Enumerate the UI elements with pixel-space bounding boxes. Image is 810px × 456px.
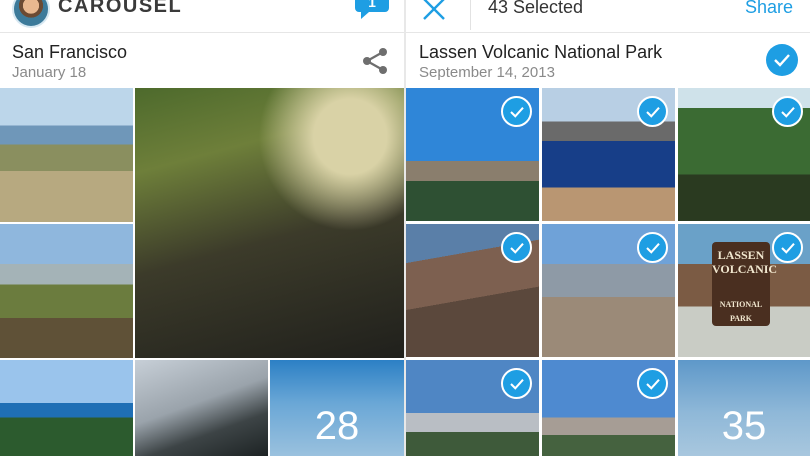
day-date: September 14, 2013 <box>419 64 555 81</box>
photo-hiker-summit[interactable] <box>406 224 539 357</box>
photo-man-sunglasses[interactable] <box>135 360 268 456</box>
share-button[interactable]: Share <box>745 0 793 18</box>
day-title: San Francisco <box>12 42 128 62</box>
photo-selected-check[interactable] <box>637 96 668 127</box>
photo-selected-check[interactable] <box>637 232 668 263</box>
checkmark-icon <box>774 54 790 67</box>
selected-count: 43 Selected <box>488 0 584 17</box>
sign-line: LASSEN <box>717 248 765 262</box>
header-separator <box>470 0 471 30</box>
photo-crater-lake[interactable] <box>542 88 675 221</box>
checkmark-icon <box>645 378 660 390</box>
avatar[interactable] <box>12 0 50 28</box>
photo-group-cheering[interactable] <box>0 360 133 456</box>
day-date: January 18 <box>12 64 87 81</box>
close-icon[interactable] <box>421 0 447 22</box>
photo-snowy-peak[interactable] <box>542 360 675 456</box>
selection-pane: 43 Selected Share Lassen Volcanic Nation… <box>406 0 810 456</box>
checkmark-icon <box>645 106 660 118</box>
checkmark-icon <box>509 378 524 390</box>
select-all-check[interactable] <box>766 44 798 76</box>
photo-selected-check[interactable] <box>501 232 532 263</box>
carousel-home-pane: CAROUSEL 1 San Francisco January 18 28 <box>0 0 404 456</box>
sign-line: NATIONAL PARK <box>719 300 763 323</box>
message-count-badge: 1 <box>368 0 376 10</box>
photo-selected-check[interactable] <box>772 232 803 263</box>
photo-coast-trail[interactable] <box>0 88 133 222</box>
photo-selected-check[interactable] <box>501 96 532 127</box>
photo-mountain-clouds[interactable] <box>406 360 539 456</box>
day-title: Lassen Volcanic National Park <box>419 42 663 62</box>
checkmark-icon <box>780 242 795 254</box>
more-photos-count: 35 <box>721 404 767 448</box>
checkmark-icon <box>509 106 524 118</box>
selection-header: 43 Selected Share <box>406 0 810 33</box>
more-photos-tile[interactable]: 35 <box>678 360 810 456</box>
more-photos-tile[interactable]: 28 <box>270 360 404 456</box>
checkmark-icon <box>780 106 795 118</box>
photo-valley-view[interactable] <box>542 224 675 357</box>
sign-line: VOLCANIC <box>712 262 778 276</box>
checkmark-icon <box>509 242 524 254</box>
photo-friends-featured[interactable] <box>135 88 404 358</box>
photo-selected-check[interactable] <box>637 368 668 399</box>
photo-selected-check[interactable] <box>501 368 532 399</box>
photo-park-sign[interactable]: LASSEN VOLCANIC NATIONAL PARK <box>678 224 810 357</box>
park-sign: LASSEN VOLCANIC NATIONAL PARK <box>712 242 778 326</box>
more-photos-count: 28 <box>314 404 360 448</box>
photo-forest-boardwalk[interactable] <box>678 88 810 221</box>
checkmark-icon <box>645 242 660 254</box>
app-header: CAROUSEL 1 <box>0 0 404 33</box>
photo-selected-check[interactable] <box>772 96 803 127</box>
app-title: CAROUSEL <box>58 0 183 17</box>
photo-lassen-peak[interactable] <box>406 88 539 221</box>
share-icon[interactable] <box>360 46 390 76</box>
photo-hikers[interactable] <box>0 224 133 358</box>
